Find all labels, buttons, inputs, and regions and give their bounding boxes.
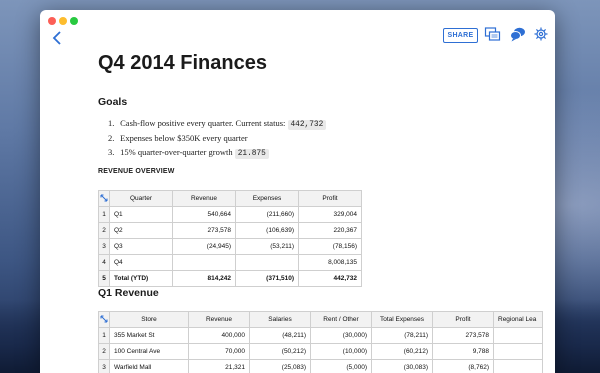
column-header[interactable]: Profit	[432, 311, 494, 328]
revenue-overview-table[interactable]: Quarter Revenue Expenses Profit 1 Q1 540…	[98, 190, 362, 287]
table-cell[interactable]: (60,212)	[371, 343, 433, 360]
row-number[interactable]: 1	[98, 327, 110, 344]
table-cell[interactable]: 442,732	[298, 270, 362, 287]
row-number[interactable]: 2	[98, 222, 110, 239]
column-header[interactable]: Revenue	[188, 311, 250, 328]
table-cell[interactable]: 21,321	[188, 359, 250, 373]
table-cell[interactable]: 8,008,135	[298, 254, 362, 271]
goal-text: Expenses below $350K every quarter	[120, 132, 248, 143]
table-cell[interactable]: 540,664	[172, 206, 236, 223]
table-cell[interactable]: (78,211)	[371, 327, 433, 344]
table-row[interactable]: 1 Q1 540,664 (211,660) 329,004	[98, 206, 362, 223]
table-cell[interactable]: (30,000)	[310, 327, 372, 344]
table-cell[interactable]: (48,211)	[249, 327, 311, 344]
column-header[interactable]: Salaries	[249, 311, 311, 328]
goals-heading: Goals	[98, 96, 128, 108]
formula-value[interactable]: 442,732	[287, 120, 327, 130]
list-number: 2.	[108, 132, 115, 143]
page-title: Q4 2014 Finances	[98, 52, 267, 74]
row-number[interactable]: 4	[98, 254, 110, 271]
chevron-left-icon[interactable]	[50, 30, 66, 46]
table-cell[interactable]: (53,211)	[235, 238, 299, 255]
table-cell[interactable]: (50,212)	[249, 343, 311, 360]
table-cell[interactable]: 273,578	[432, 327, 494, 344]
table-cell[interactable]: (106,639)	[235, 222, 299, 239]
column-header[interactable]: Total Expenses	[371, 311, 433, 328]
table-cell[interactable]: Q3	[109, 238, 173, 255]
row-number[interactable]: 2	[98, 343, 110, 360]
app-window: SHARE Q4 2014 Finances Goals 1. Cash-flo…	[40, 10, 555, 373]
goal-text: Cash-flow positive every quarter. Curren…	[120, 118, 286, 128]
list-number: 1.	[108, 118, 115, 128]
column-header[interactable]: Quarter	[109, 190, 173, 207]
goal-text: 15% quarter-over-quarter growth	[120, 147, 233, 158]
table-cell[interactable]	[235, 254, 299, 271]
table-cell[interactable]: (8,762)	[432, 359, 494, 373]
table-cell[interactable]: 220,367	[298, 222, 362, 239]
column-header[interactable]: Revenue	[172, 190, 236, 207]
goals-list: 1. Cash-flow positive every quarter. Cur…	[108, 116, 327, 160]
table-cell[interactable]	[493, 359, 543, 373]
table-row[interactable]: 2 100 Central Ave 70,000 (50,212) (10,00…	[98, 343, 543, 360]
table-row-total[interactable]: 5 Total (YTD) 814,242 (371,510) 442,732	[98, 270, 362, 287]
row-number[interactable]: 5	[98, 270, 110, 287]
revenue-overview-heading: REVENUE OVERVIEW	[98, 168, 175, 175]
close-window-button[interactable]	[48, 17, 56, 25]
table-cell[interactable]: 70,000	[188, 343, 250, 360]
zoom-window-button[interactable]	[70, 17, 78, 25]
table-cell[interactable]: Q2	[109, 222, 173, 239]
table-cell[interactable]: 400,000	[188, 327, 250, 344]
expand-table-icon[interactable]	[98, 311, 110, 328]
table-cell[interactable]: Warfield Mall	[109, 359, 189, 373]
table-cell[interactable]: 814,242	[172, 270, 236, 287]
expand-table-icon[interactable]	[98, 190, 110, 207]
table-cell[interactable]: 329,004	[298, 206, 362, 223]
table-cell[interactable]: 9,788	[432, 343, 494, 360]
column-header[interactable]: Expenses	[235, 190, 299, 207]
table-row[interactable]: 3 Warfield Mall 21,321 (25,083) (5,000) …	[98, 359, 543, 373]
gear-icon[interactable]	[532, 26, 550, 42]
table-cell[interactable]: (24,945)	[172, 238, 236, 255]
table-cell[interactable]: (10,000)	[310, 343, 372, 360]
table-row[interactable]: 3 Q3 (24,945) (53,211) (78,156)	[98, 238, 362, 255]
list-item[interactable]: 2. Expenses below $350K every quarter	[108, 131, 326, 146]
column-header[interactable]: Rent / Other	[310, 311, 372, 328]
column-header[interactable]: Store	[109, 311, 189, 328]
table-cell[interactable]: 355 Market St	[109, 327, 189, 344]
table-row[interactable]: 1 355 Market St 400,000 (48,211) (30,000…	[98, 327, 543, 344]
table-cell[interactable]: 273,578	[172, 222, 236, 239]
table-cell[interactable]	[493, 327, 543, 344]
list-item[interactable]: 1. Cash-flow positive every quarter. Cur…	[108, 116, 327, 131]
list-number: 3.	[108, 147, 115, 158]
table-cell[interactable]: Q1	[109, 206, 173, 223]
column-header[interactable]: Regional Lea	[493, 311, 543, 328]
comments-icon[interactable]	[509, 26, 527, 42]
table-row[interactable]: 4 Q4 8,008,135	[98, 254, 362, 271]
row-number[interactable]: 3	[98, 238, 110, 255]
table-cell[interactable]	[493, 343, 543, 360]
list-item[interactable]: 3. 15% quarter-over-quarter growth 21.87…	[108, 145, 326, 160]
table-row[interactable]: 2 Q2 273,578 (106,639) 220,367	[98, 222, 362, 239]
table-cell[interactable]: Q4	[109, 254, 173, 271]
minimize-window-button[interactable]	[59, 17, 67, 25]
q1-revenue-heading: Q1 Revenue	[98, 287, 159, 299]
table-cell[interactable]: Total (YTD)	[109, 270, 173, 287]
table-cell[interactable]: (30,083)	[371, 359, 433, 373]
table-cell[interactable]: (25,083)	[249, 359, 311, 373]
table-cell[interactable]: (78,156)	[298, 238, 362, 255]
table-cell[interactable]: 100 Central Ave	[109, 343, 189, 360]
table-cell[interactable]: (371,510)	[235, 270, 299, 287]
table-cell[interactable]	[172, 254, 236, 271]
table-cell[interactable]: (211,660)	[235, 206, 299, 223]
formula-value[interactable]: 21.875	[234, 149, 269, 160]
row-number[interactable]: 1	[98, 206, 110, 223]
share-button[interactable]: SHARE	[443, 28, 478, 43]
q1-revenue-table[interactable]: Store Revenue Salaries Rent / Other Tota…	[98, 311, 543, 373]
row-number[interactable]: 3	[98, 359, 110, 373]
column-header[interactable]: Profit	[298, 190, 362, 207]
present-screens-icon[interactable]	[484, 26, 502, 42]
table-cell[interactable]: (5,000)	[310, 359, 372, 373]
